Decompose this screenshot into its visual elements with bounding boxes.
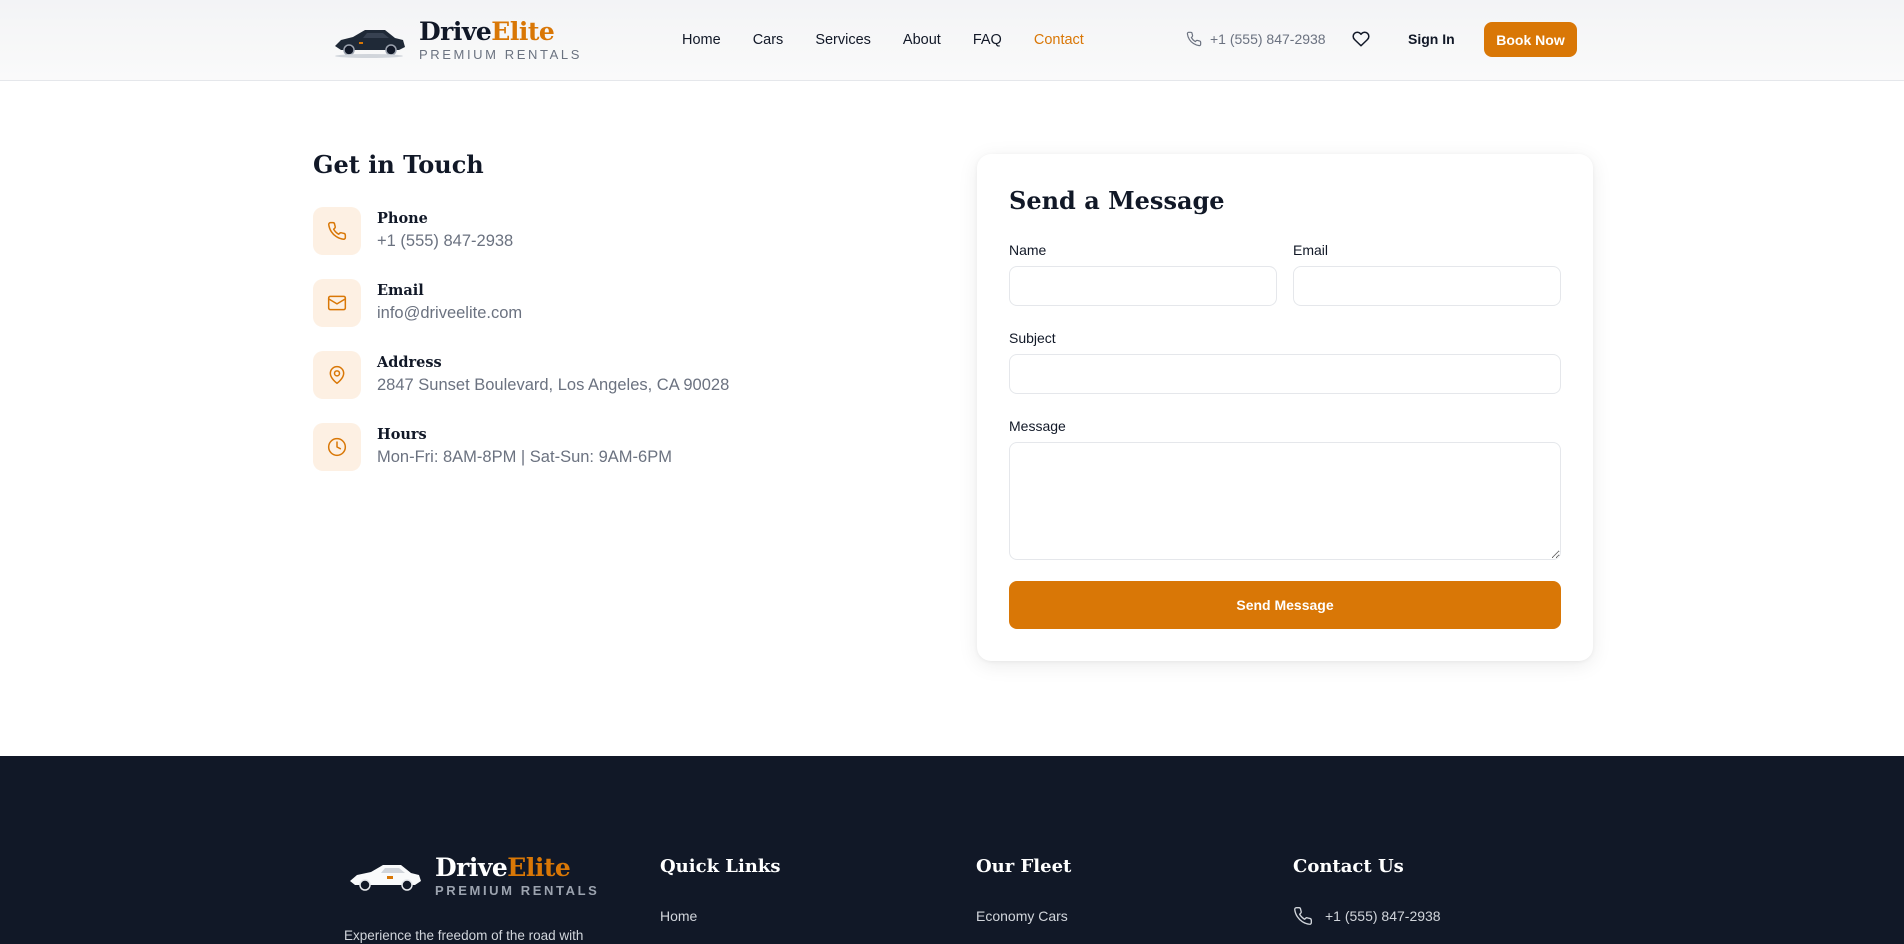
nav-contact[interactable]: Contact bbox=[1034, 31, 1084, 49]
brand-name-main: Drive bbox=[419, 17, 492, 46]
contact-email-text: Email info@driveelite.com bbox=[377, 279, 522, 327]
contact-hours-text: Hours Mon-Fri: 8AM-8PM | Sat-Sun: 9AM-6P… bbox=[377, 423, 672, 471]
footer-phone[interactable]: +1 (555) 847-2938 bbox=[1293, 906, 1441, 926]
send-message-title: Send a Message bbox=[1009, 186, 1225, 215]
contact-phone-text: Phone +1 (555) 847-2938 bbox=[377, 207, 513, 255]
mail-icon-badge bbox=[313, 279, 361, 327]
nav-home[interactable]: Home bbox=[682, 31, 721, 49]
footer-logo-text: DriveElite PREMIUM RENTALS bbox=[435, 854, 600, 899]
contact-hours: Hours Mon-Fri: 8AM-8PM | Sat-Sun: 9AM-6P… bbox=[313, 423, 672, 471]
footer-brand-name-main: Drive bbox=[435, 853, 508, 882]
phone-icon-badge bbox=[313, 207, 361, 255]
mail-icon bbox=[327, 295, 347, 311]
contact-phone-value: +1 (555) 847-2938 bbox=[377, 232, 514, 250]
main-nav: Home Cars Services About FAQ Contact bbox=[682, 31, 1116, 49]
send-message-button[interactable]: Send Message bbox=[1009, 581, 1561, 629]
nav-services[interactable]: Services bbox=[815, 31, 871, 49]
email-label: Email bbox=[1293, 242, 1329, 258]
name-input[interactable] bbox=[1009, 266, 1277, 306]
phone-icon bbox=[1294, 906, 1313, 925]
site-footer: DriveElite PREMIUM RENTALS Experience th… bbox=[0, 756, 1904, 944]
name-label: Name bbox=[1009, 242, 1047, 258]
book-now-button[interactable]: Book Now bbox=[1484, 22, 1577, 57]
message-label: Message bbox=[1009, 418, 1066, 434]
clock-icon-badge bbox=[313, 423, 361, 471]
phone-icon bbox=[1186, 31, 1202, 47]
brand-name-accent: Elite bbox=[491, 17, 555, 46]
clock-icon bbox=[327, 437, 347, 457]
nav-about[interactable]: About bbox=[903, 31, 941, 49]
brand-tagline: PREMIUM RENTALS bbox=[419, 47, 582, 62]
nav-faq[interactable]: FAQ bbox=[973, 31, 1002, 49]
subject-input[interactable] bbox=[1009, 354, 1561, 394]
heart-icon[interactable] bbox=[1352, 30, 1370, 48]
header-phone-text: +1 (555) 847-2938 bbox=[1210, 31, 1326, 47]
brand-logo[interactable]: DriveElite PREMIUM RENTALS bbox=[331, 18, 582, 62]
sign-in-link[interactable]: Sign In bbox=[1408, 31, 1455, 47]
contact-hours-label: Hours bbox=[377, 426, 427, 443]
phone-icon bbox=[328, 221, 347, 240]
contact-address-value: 2847 Sunset Boulevard, Los Angeles, CA 9… bbox=[377, 376, 730, 394]
message-form-card: Send a Message Name Email Subject Messag… bbox=[977, 154, 1593, 661]
map-pin-icon bbox=[329, 365, 345, 385]
footer-logo[interactable]: DriveElite PREMIUM RENTALS bbox=[347, 854, 599, 898]
footer-phone-text: +1 (555) 847-2938 bbox=[1325, 908, 1441, 924]
contact-address-text: Address 2847 Sunset Boulevard, Los Angel… bbox=[377, 351, 729, 399]
email-input[interactable] bbox=[1293, 266, 1561, 306]
contact-hours-value: Mon-Fri: 8AM-8PM | Sat-Sun: 9AM-6PM bbox=[377, 448, 672, 466]
contact-phone: Phone +1 (555) 847-2938 bbox=[313, 207, 513, 255]
footer-brand-name: DriveElite bbox=[435, 854, 599, 882]
brand-name: DriveElite bbox=[419, 18, 582, 46]
get-in-touch-title: Get in Touch bbox=[313, 150, 484, 179]
contact-email: Email info@driveelite.com bbox=[313, 279, 522, 327]
contact-us-title: Contact Us bbox=[1293, 856, 1404, 877]
header-phone[interactable]: +1 (555) 847-2938 bbox=[1186, 31, 1326, 47]
contact-phone-label: Phone bbox=[377, 210, 428, 227]
footer-description: Experience the freedom of the road with bbox=[344, 928, 584, 943]
contact-email-value: info@driveelite.com bbox=[377, 304, 523, 322]
subject-label: Subject bbox=[1009, 330, 1056, 346]
contact-address-label: Address bbox=[377, 354, 442, 371]
footer-link-economy-cars[interactable]: Economy Cars bbox=[976, 908, 1068, 924]
car-logo-icon bbox=[350, 865, 421, 891]
our-fleet-title: Our Fleet bbox=[976, 856, 1072, 877]
contact-email-label: Email bbox=[377, 282, 424, 299]
quick-links-title: Quick Links bbox=[660, 856, 781, 877]
map-pin-icon-badge bbox=[313, 351, 361, 399]
footer-link-home[interactable]: Home bbox=[660, 908, 697, 924]
site-header: DriveElite PREMIUM RENTALS Home Cars Ser… bbox=[0, 0, 1904, 81]
contact-address: Address 2847 Sunset Boulevard, Los Angel… bbox=[313, 351, 729, 399]
footer-brand-tagline: PREMIUM RENTALS bbox=[435, 883, 600, 898]
footer-brand-name-accent: Elite bbox=[507, 853, 571, 882]
nav-cars[interactable]: Cars bbox=[753, 31, 784, 49]
logo-text: DriveElite PREMIUM RENTALS bbox=[419, 18, 582, 63]
message-textarea[interactable] bbox=[1009, 442, 1561, 560]
car-logo-icon bbox=[335, 30, 405, 58]
